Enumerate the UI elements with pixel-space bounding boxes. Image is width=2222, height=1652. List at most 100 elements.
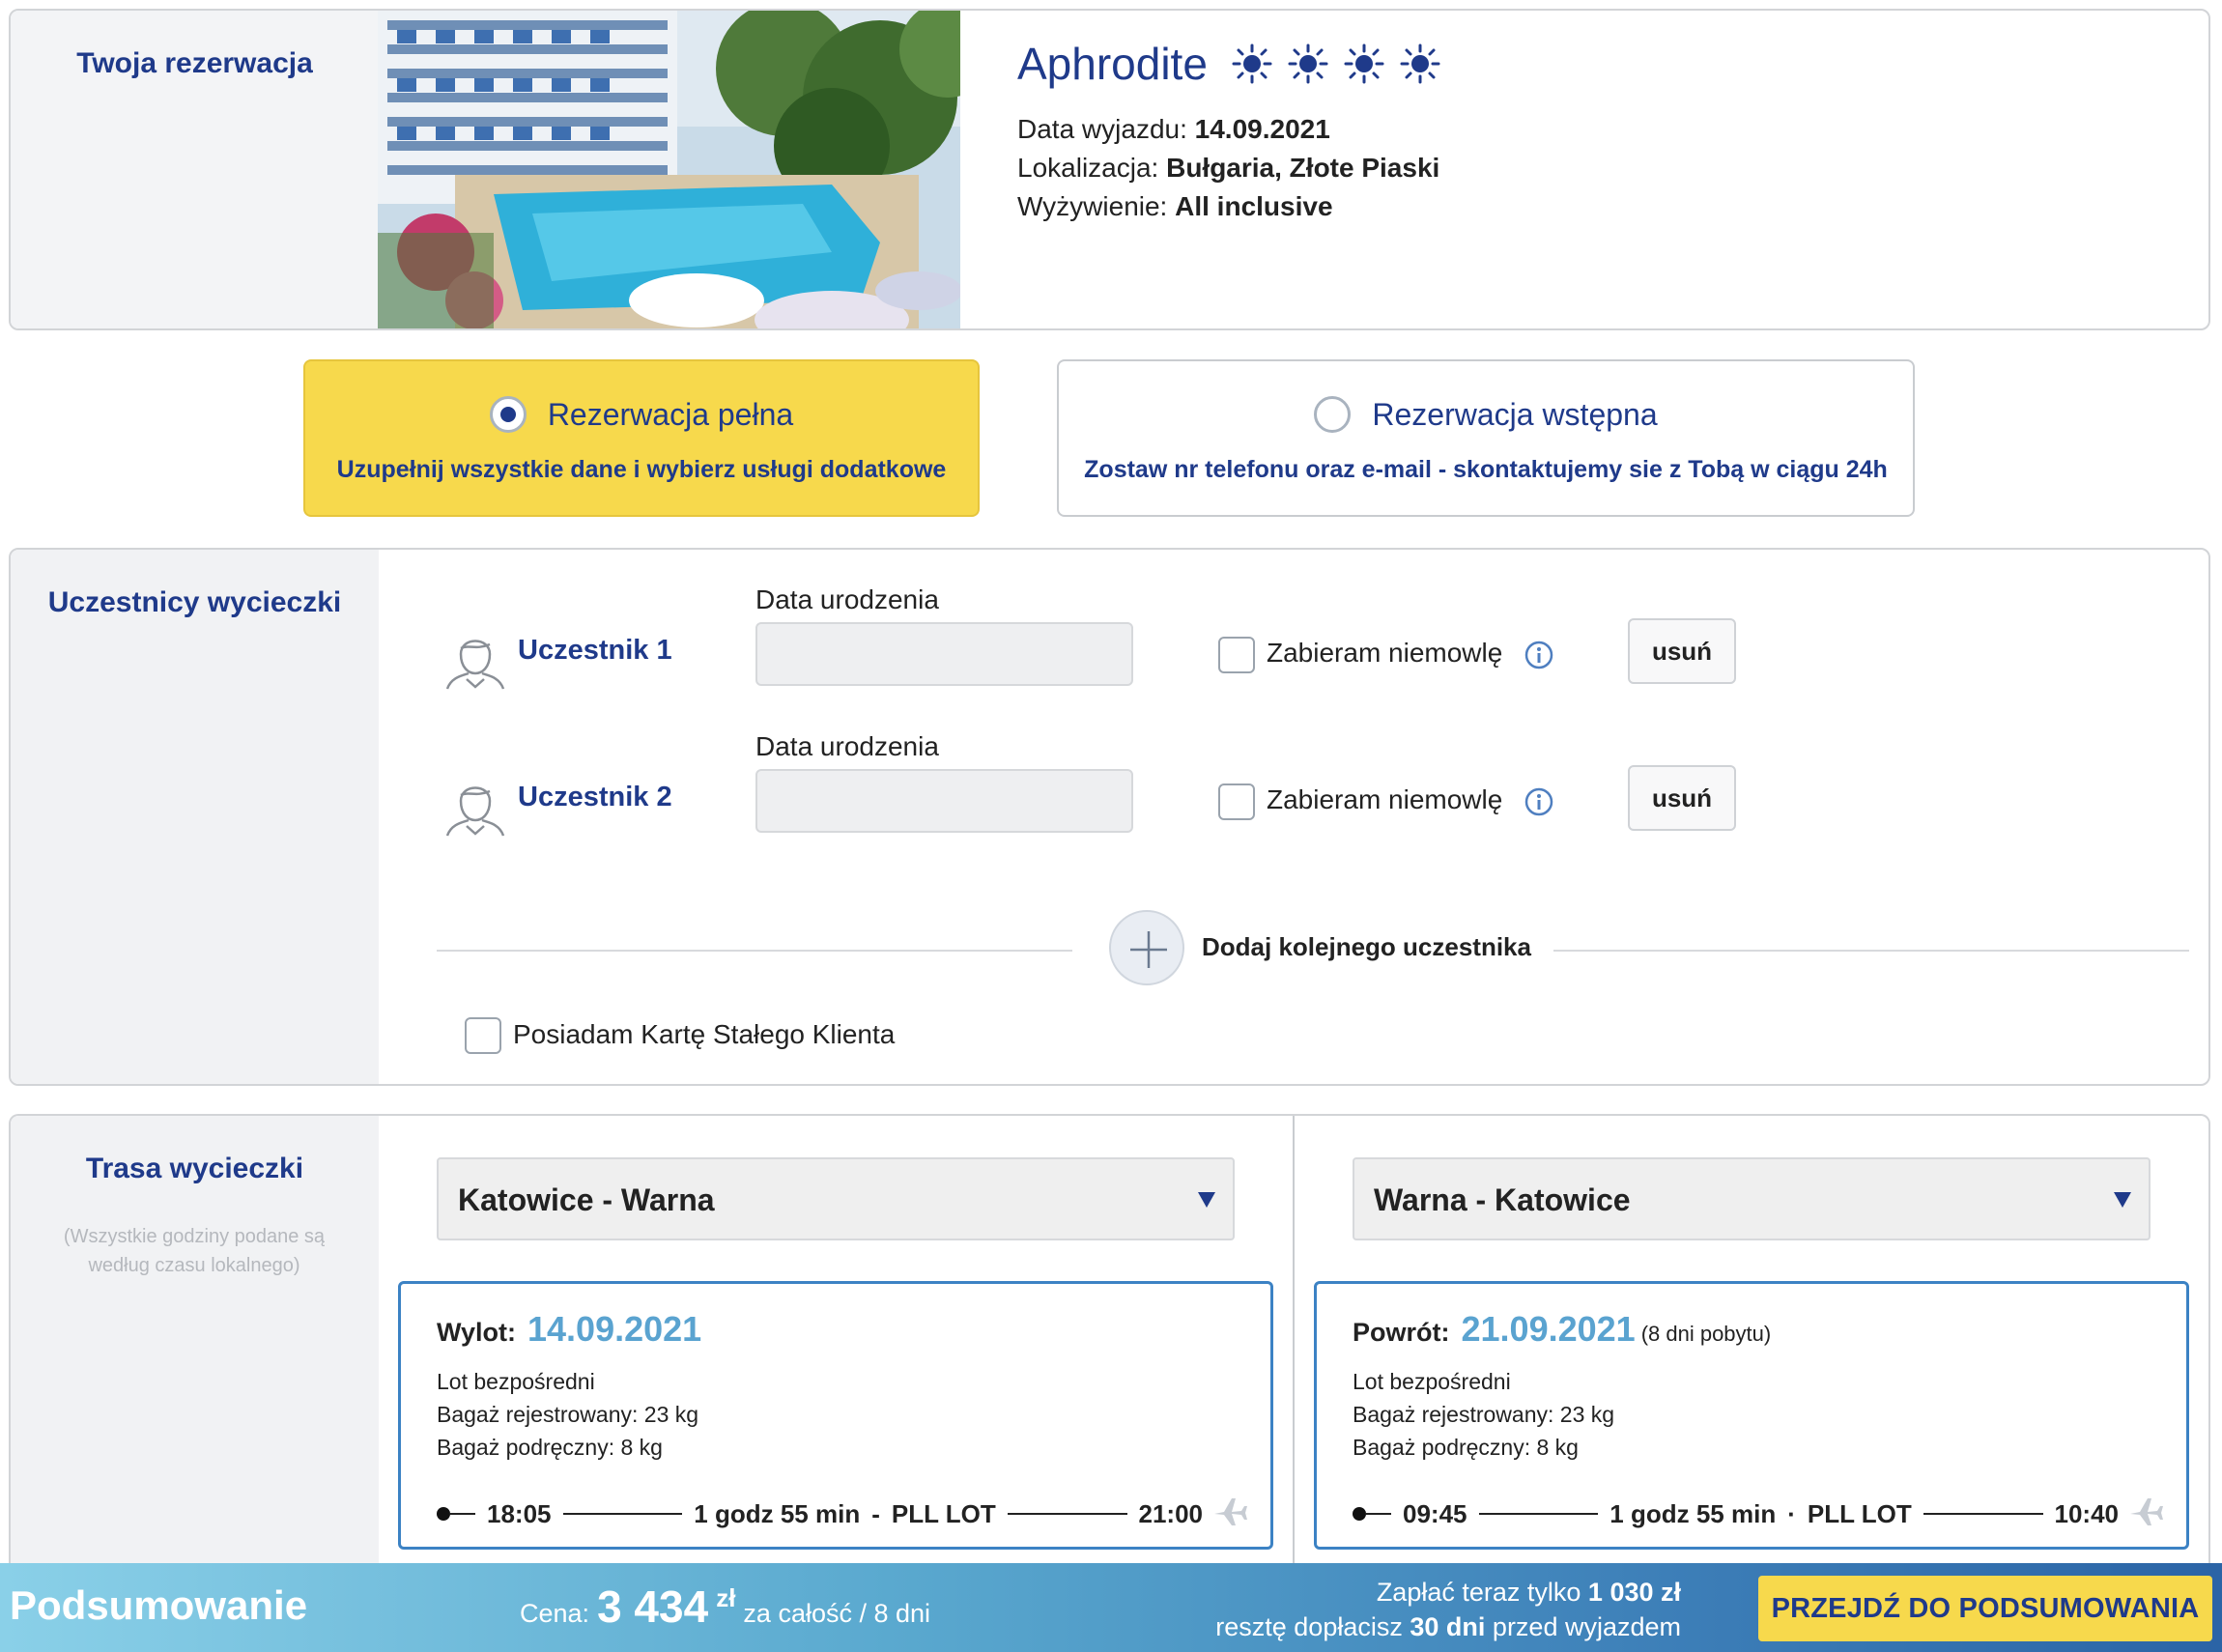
departure-value: 14.09.2021 xyxy=(1194,114,1330,144)
inbound-route-select[interactable]: Warna - Katowice xyxy=(1353,1157,2151,1240)
dropdown-arrow-icon[interactable] xyxy=(2114,1192,2131,1208)
participant-label: Uczestnik 1 xyxy=(518,635,672,666)
outbound-carrier: PLL LOT xyxy=(891,1498,996,1528)
inbound-date: 21.09.2021 xyxy=(1461,1309,1636,1349)
reservation-preliminary-title-row: Rezerwacja wstępna xyxy=(1059,396,1913,433)
dropdown-arrow-icon[interactable] xyxy=(1198,1192,1215,1208)
reservation-preliminary-title: Rezerwacja wstępna xyxy=(1372,396,1658,432)
payment-info: Zapłać teraz tylko 1 030 zł resztę dopła… xyxy=(1140,1575,1681,1644)
location-value: Bułgaria, Złote Piaski xyxy=(1166,153,1440,183)
inbound-timeline: 09:45 1 godz 55 min · PLL LOT 10:40 xyxy=(1353,1495,2119,1533)
timeline-rule xyxy=(1478,1513,1599,1515)
infant-checkbox[interactable] xyxy=(1218,783,1255,820)
avatar-icon xyxy=(445,786,505,837)
timeline-rule xyxy=(1366,1513,1391,1515)
radio-selected-icon[interactable] xyxy=(489,396,527,433)
outbound-dep-time: 18:05 xyxy=(487,1498,552,1528)
summary-bar: Podsumowanie Cena: 3 434 zł za całość / … xyxy=(0,1563,2222,1652)
hotel-photo xyxy=(378,11,960,328)
inbound-arr-time: 10:40 xyxy=(2054,1498,2120,1528)
price-value: 3 434 xyxy=(597,1581,709,1632)
outbound-timeline: 18:05 1 godz 55 min - PLL LOT 21:00 xyxy=(437,1495,1203,1533)
reservation-full-subtitle: Uzupełnij wszystkie dane i wybierz usług… xyxy=(336,456,947,483)
reservation-preliminary-subtitle: Zostaw nr telefonu oraz e-mail - skontak… xyxy=(1084,456,1888,483)
price-suffix: za całość / 8 dni xyxy=(743,1599,931,1628)
route-section-title: Trasa wycieczki xyxy=(85,1153,304,1184)
outbound-duration: 1 godz 55 min xyxy=(694,1498,861,1528)
radio-unselected-icon[interactable] xyxy=(1314,396,1352,433)
infant-checkbox[interactable] xyxy=(1218,637,1255,673)
departure-date-line: Data wyjazdu: 14.09.2021 xyxy=(1017,114,1330,145)
reservation-full-title-row: Rezerwacja pełna xyxy=(305,396,978,433)
price-label: Cena: xyxy=(520,1599,590,1628)
booking-panel: Twoja rezerwacja Aphrodite Data wyjazdu:… xyxy=(9,9,2210,330)
inbound-carrier: PLL LOT xyxy=(1807,1498,1912,1528)
outbound-head-label: Wylot: xyxy=(437,1318,516,1347)
outbound-direct-line: Lot bezpośredni xyxy=(437,1369,595,1394)
outbound-checked-baggage: Bagaż rejestrowany: 23 kg xyxy=(437,1402,699,1427)
info-icon[interactable] xyxy=(1524,787,1553,816)
inbound-flight-header: Powrót: 21.09.2021 (8 dni pobytu) xyxy=(1353,1309,1771,1350)
price-currency: zł xyxy=(716,1583,736,1612)
outbound-sep: - xyxy=(871,1498,880,1528)
timeline-rule xyxy=(1923,1513,2043,1515)
pay-now-prefix: Zapłać teraz tylko xyxy=(1376,1578,1581,1607)
reservation-full-title: Rezerwacja pełna xyxy=(547,396,794,432)
participant-label: Uczestnik 2 xyxy=(518,782,672,812)
remove-participant-button[interactable]: usuń xyxy=(1628,765,1736,831)
outbound-route-select[interactable]: Katowice - Warna xyxy=(437,1157,1235,1240)
divider xyxy=(437,950,1072,952)
board-label: Wyżywienie: xyxy=(1017,191,1168,221)
outbound-route-value: Katowice - Warna xyxy=(458,1182,715,1217)
add-participant-button[interactable] xyxy=(1109,910,1184,985)
location-line: Lokalizacja: Bułgaria, Złote Piaski xyxy=(1017,153,1439,184)
rest-suffix: przed wyjazdem xyxy=(1492,1612,1681,1641)
reservation-preliminary-option[interactable]: Rezerwacja wstępna Zostaw nr telefonu or… xyxy=(1057,359,1915,517)
dob-label: Data urodzenia xyxy=(755,731,939,761)
sun-star-icon xyxy=(1400,43,1440,84)
plus-icon xyxy=(1130,931,1167,968)
timeline-rule xyxy=(562,1513,683,1515)
booking-section-title: Twoja rezerwacja xyxy=(76,47,313,79)
participant-row: Uczestnik 1 Data urodzenia Zabieram niem… xyxy=(11,579,2208,704)
rest-prefix: resztę dopłacisz xyxy=(1215,1612,1403,1641)
timeline-rule xyxy=(450,1513,475,1515)
inbound-sep: · xyxy=(1787,1498,1796,1528)
reservation-full-option[interactable]: Rezerwacja pełna Uzupełnij wszystkie dan… xyxy=(303,359,980,517)
dob-input[interactable] xyxy=(755,622,1133,686)
timezone-note: (Wszystkie godziny podane są według czas… xyxy=(63,1226,326,1276)
plane-icon xyxy=(2130,1498,2163,1525)
plane-icon xyxy=(1214,1498,1247,1525)
timeline-rule xyxy=(1007,1513,1127,1515)
timeline-dot xyxy=(437,1507,450,1521)
pay-now-value: 1 030 zł xyxy=(1587,1578,1681,1607)
avatar-icon xyxy=(445,640,505,690)
inbound-head-label: Powrót: xyxy=(1353,1318,1450,1347)
inbound-route-value: Warna - Katowice xyxy=(1374,1182,1631,1217)
pay-rest-line: resztę dopłacisz 30 dni przed wyjazdem xyxy=(1140,1609,1681,1644)
pay-now-line: Zapłać teraz tylko 1 030 zł xyxy=(1140,1575,1681,1609)
board-value: All inclusive xyxy=(1175,191,1333,221)
participant-row: Uczestnik 2 Data urodzenia Zabieram niem… xyxy=(11,726,2208,851)
summary-price: Cena: 3 434 zł za całość / 8 dni xyxy=(520,1581,930,1633)
hotel-rating xyxy=(1231,43,1441,85)
go-to-summary-button[interactable]: PRZEJDŹ DO PODSUMOWANIA xyxy=(1758,1576,2212,1641)
participants-panel: Uczestnicy wycieczki Uczestnik 1 Data ur… xyxy=(9,548,2210,1086)
infant-label: Zabieram niemowlę xyxy=(1267,638,1503,668)
info-icon[interactable] xyxy=(1524,641,1553,669)
hotel-name: Aphrodite xyxy=(1017,39,1208,89)
inbound-direct-line: Lot bezpośredni xyxy=(1353,1369,1511,1394)
dob-label: Data urodzenia xyxy=(755,584,939,614)
dob-input[interactable] xyxy=(755,769,1133,833)
loyalty-card-checkbox[interactable] xyxy=(465,1017,501,1054)
remove-participant-button[interactable]: usuń xyxy=(1628,618,1736,684)
booking-sidebar: Twoja rezerwacja xyxy=(11,11,379,328)
inbound-stay-length: (8 dni pobytu) xyxy=(1640,1322,1772,1346)
sun-star-icon xyxy=(1344,43,1384,84)
timeline-dot xyxy=(1353,1507,1366,1521)
inbound-checked-baggage: Bagaż rejestrowany: 23 kg xyxy=(1353,1402,1615,1427)
inbound-hand-baggage: Bagaż podręczny: 8 kg xyxy=(1353,1435,1579,1460)
outbound-arr-time: 21:00 xyxy=(1138,1498,1204,1528)
board-line: Wyżywienie: All inclusive xyxy=(1017,191,1333,222)
add-participant-label[interactable]: Dodaj kolejnego uczestnika xyxy=(1202,932,1531,962)
